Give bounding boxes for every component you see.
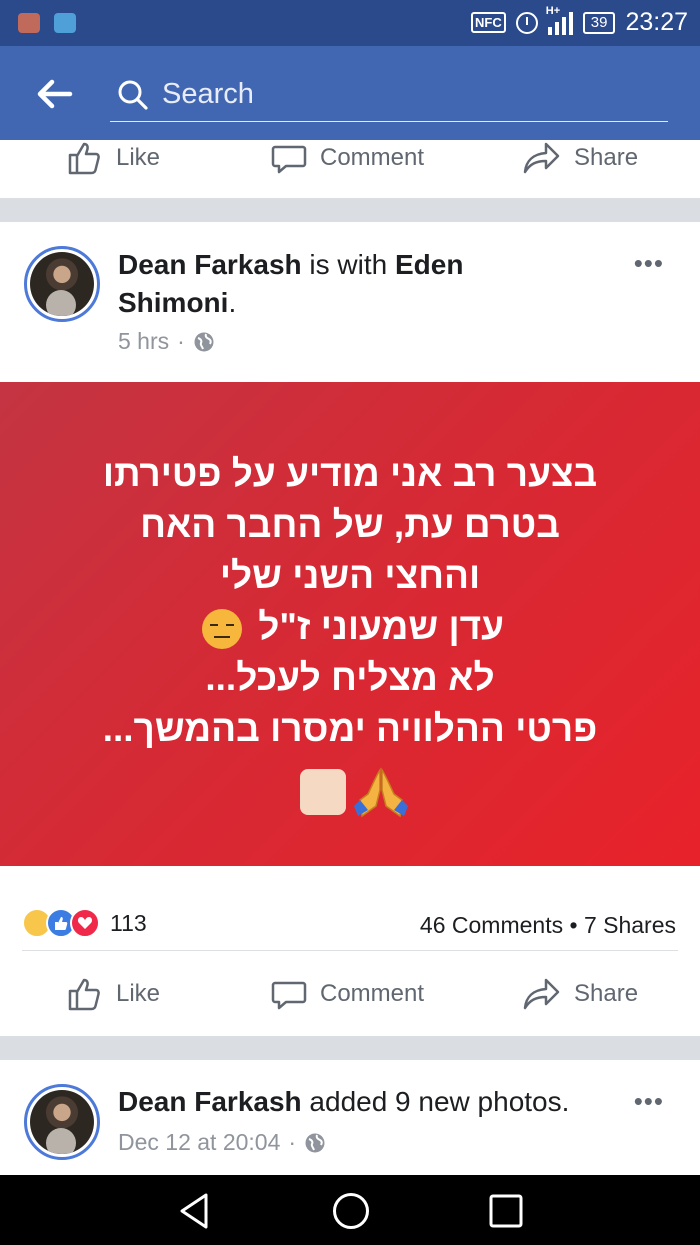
author-name[interactable]: Dean Farkash [118,249,302,280]
reactions-summary[interactable]: 113 [22,908,147,938]
stats-separator: • [563,912,584,938]
tagged-end: . [228,287,237,318]
love-reaction-icon [70,908,100,938]
share-label: Share [574,980,639,1007]
post-stats: 46 Comments • 7 Shares [420,912,676,939]
author-avatar[interactable] [24,246,100,322]
alarm-icon [515,11,538,34]
post2-header-text: Dean Farkash added 9 new photos. [118,1083,569,1121]
previous-post-card: Like Comment Share [0,140,700,198]
comments-count[interactable]: 46 Comments [420,912,563,938]
search-icon [116,78,150,112]
banner-line-2: בטרם עת, של החבר האח [140,504,560,545]
like-icon [68,978,100,1011]
share-icon [523,978,560,1010]
banner-line-5: לא מצליח לעכל... [205,657,495,698]
banner-text: בצער רב אני מודיע על פטירתו בטרם עת, של … [0,448,700,754]
with-text: is with [301,249,395,280]
post-card-2: Dean Farkash added 9 new photos. Dec 12 … [0,1060,700,1175]
skin-tone-emoji-icon [300,769,346,815]
gallery-notification-icon [54,13,76,33]
like-button[interactable]: Like [66,964,160,1024]
comment-label: Comment [320,144,425,171]
divider [22,950,678,951]
like-icon [68,142,100,175]
back-triangle-icon[interactable] [176,1191,212,1236]
like-label: Like [116,144,161,171]
share-icon [523,142,560,174]
banner-line-3: והחצי השני שלי [219,555,481,596]
home-circle-icon[interactable] [331,1191,371,1236]
meta-separator: · [288,1129,297,1155]
search-input[interactable] [162,74,642,114]
status-bar: NFC H+ 39 23:27 [0,0,700,46]
share-button[interactable]: Share [522,964,638,1024]
back-arrow-icon[interactable] [34,74,74,114]
comment-button[interactable]: Comment [270,128,424,188]
comment-button[interactable]: Comment [270,964,424,1024]
battery-icon: 39 [582,11,616,34]
top-nav [0,46,700,140]
banner-line-1: בצער רב אני מודיע על פטירתו [102,453,598,494]
system-nav-bar [0,1175,700,1245]
share-button[interactable]: Share [522,128,638,188]
post2-time[interactable]: Dec 12 at 20:04 [118,1129,280,1156]
post2-action: added 9 new photos. [301,1086,570,1117]
more-options-icon[interactable]: ••• [634,1086,664,1117]
banner-line-4: עדן שמעוני ז"ל [258,606,505,647]
author-avatar[interactable] [24,1084,100,1160]
like-label: Like [116,980,161,1007]
post-banner[interactable]: בצער רב אני מודיע על פטירתו בטרם עת, של … [0,382,700,866]
more-options-icon[interactable]: ••• [634,248,664,279]
post-actions: Like Comment Share [0,964,700,1024]
reaction-count: 113 [110,909,147,936]
post2-meta: Dec 12 at 20:04 · [118,1129,326,1156]
post-card: Dean Farkash is with Eden Shimoni. 5 hrs… [0,222,700,1036]
globe-icon [194,332,214,351]
post-header-text: Dean Farkash is with Eden Shimoni. [118,246,588,322]
post-time[interactable]: 5 hrs [118,328,169,355]
shares-count[interactable]: 7 Shares [584,912,676,938]
banner-emoji-row [300,766,410,818]
nfc-icon: NFC [471,12,506,33]
app-notification-icon [18,13,40,33]
meta-separator: · [177,328,185,354]
recents-square-icon[interactable] [488,1191,524,1236]
clock: 23:27 [625,8,688,36]
banner-line-6: פרטי ההלוויה ימסרו בהמשך... [102,708,598,749]
share-label: Share [574,144,639,171]
comment-icon [271,145,307,174]
comment-icon [271,981,307,1010]
author-name[interactable]: Dean Farkash [118,1086,302,1117]
comment-label: Comment [320,980,425,1007]
post-meta: 5 hrs · [118,328,215,355]
sad-face-emoji-icon [201,609,242,650]
banner-line-4-wrap: עדן שמעוני ז"ל [0,601,700,652]
search-bar[interactable] [110,70,668,122]
signal-icon: H+ [546,5,573,35]
praying-hands-emoji-icon [354,767,408,818]
network-type: H+ [545,4,561,17]
globe-icon [305,1133,325,1152]
like-button[interactable]: Like [66,128,160,188]
